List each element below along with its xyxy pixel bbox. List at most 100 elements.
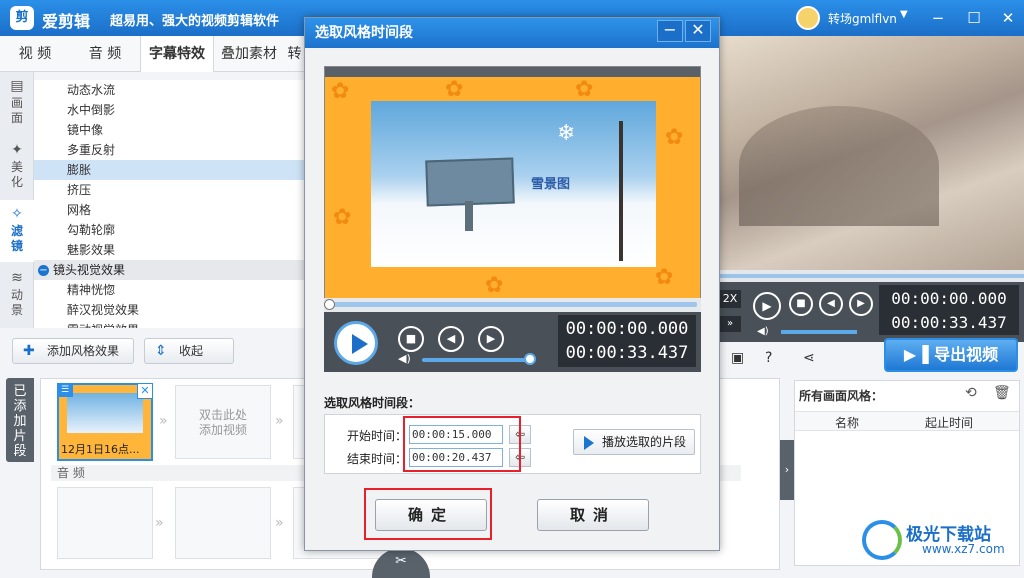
total-time: 00:00:33.437	[891, 313, 1007, 332]
play-selected-button[interactable]: 播放选取的片段	[573, 429, 695, 455]
preview-caption: 雪景图	[531, 177, 571, 192]
highlight-box	[403, 416, 521, 472]
leaf-icon: ✿	[655, 265, 674, 290]
next-frame-icon[interactable]: ▶	[849, 292, 873, 316]
chevron-down-icon[interactable]: ▼	[900, 9, 908, 20]
empty-audio-slot[interactable]	[57, 487, 153, 559]
list-item[interactable]: 精神恍惚	[34, 280, 304, 300]
dialog-player-controls: ■ ◀ ▶ ◀) 00:00:00.000 00:00:33.437	[324, 312, 701, 372]
chevron-right-icon[interactable]: ›	[780, 440, 794, 500]
tab-video[interactable]: 视 频	[0, 36, 70, 72]
fast-forward-icon[interactable]: »	[719, 316, 741, 332]
share-icon[interactable]: ⋖	[803, 350, 815, 366]
play-button[interactable]	[334, 321, 378, 365]
trash-icon[interactable]: 🗑	[993, 385, 1011, 401]
collapse-icon[interactable]: −	[38, 265, 49, 276]
list-item[interactable]: 多重反射	[34, 140, 304, 160]
leaf-icon: ✿	[331, 79, 350, 104]
stop-icon[interactable]: ■	[789, 292, 813, 316]
export-video-button[interactable]: ▶▐ 导出视频	[884, 338, 1018, 372]
volume-slider[interactable]	[781, 330, 857, 334]
volume-handle[interactable]	[524, 353, 536, 365]
dialog-close-button[interactable]: ✕	[685, 20, 711, 42]
add-style-button[interactable]: ✚ 添加风格效果	[12, 338, 134, 364]
add-video-slot[interactable]: 双击此处 添加视频	[175, 385, 271, 459]
main-seek-bar[interactable]	[719, 270, 1024, 282]
tab-transition[interactable]: 转	[284, 36, 305, 72]
main-player-controls: 2X » ▶ ■ ◀ ▶ ◀) 00:00:00.000 00:00:33.43…	[719, 282, 1024, 342]
speed-button[interactable]: 2X	[719, 290, 741, 308]
effect-group-header[interactable]: − 镜头视觉效果	[34, 260, 304, 280]
cancel-button[interactable]: 取消	[537, 499, 649, 531]
sidenav-item-beautify[interactable]: ✦ 美化	[0, 136, 34, 198]
volume-icon[interactable]: ◀)	[398, 352, 411, 365]
seek-handle[interactable]	[324, 299, 335, 310]
list-item[interactable]: 挤压	[34, 180, 304, 200]
empty-audio-slot[interactable]	[175, 487, 271, 559]
effect-list: 动态水流 水中倒影 镜中像 多重反射 膨胀 挤压 网格 勾勒轮廓 魅影效果 − 镜…	[34, 80, 304, 328]
stop-icon[interactable]: ■	[398, 326, 424, 352]
menu-icon[interactable]: ☰	[57, 383, 73, 397]
play-icon[interactable]: ▶	[753, 292, 781, 320]
list-item[interactable]: 勾勒轮廓	[34, 220, 304, 240]
sparkle-icon: ✦	[11, 142, 23, 158]
list-item-selected[interactable]: 膨胀	[34, 160, 304, 180]
list-item[interactable]: 水中倒影	[34, 100, 304, 120]
preview-dune-image	[739, 106, 939, 226]
wave-icon: ≋	[11, 270, 23, 286]
snowflake-icon: ❄	[557, 121, 576, 146]
tree-image	[601, 121, 641, 261]
sidenav-item-filter[interactable]: ✧ 滤镜	[0, 200, 34, 262]
app-name: 爱剪辑	[42, 12, 91, 31]
start-time-label: 开始时间：	[347, 429, 408, 443]
added-clips-tab[interactable]: 已添加片段	[6, 378, 34, 462]
close-button[interactable]: ✕	[996, 6, 1020, 30]
list-item[interactable]: 震动视觉效果	[34, 320, 304, 328]
style-time-dialog: 选取风格时间段 − ✕ ❄ 雪景图 ✿ ✿ ✿ ✿ ✿ ✿ ✿ ■ ◀ ▶ ◀)…	[304, 17, 720, 551]
undo-icon[interactable]: ⟲	[965, 385, 977, 401]
tab-audio[interactable]: 音 频	[70, 36, 140, 72]
range-section-label: 选取风格时间段：	[324, 396, 421, 410]
current-time: 00:00:00.000	[565, 319, 689, 339]
leaf-icon: ✿	[575, 77, 594, 102]
list-item[interactable]: 醉汉视觉效果	[34, 300, 304, 320]
clip-thumbnail[interactable]: ☰ ✕ 12月1日16点...	[57, 383, 153, 461]
sidenav-label: 动景	[10, 288, 23, 317]
volume-icon[interactable]: ◀)	[757, 326, 769, 337]
effect-actions: ✚ 添加风格效果 ⇕ 收起	[0, 328, 305, 374]
volume-slider[interactable]	[422, 358, 530, 362]
time-display: 00:00:00.000 00:00:33.437	[879, 285, 1019, 335]
list-item[interactable]: 动态水流	[34, 80, 304, 100]
list-item[interactable]: 网格	[34, 200, 304, 220]
sidenav-item-picture[interactable]: ▤ 画面	[0, 72, 34, 134]
styles-title: 所有画面风格：	[799, 389, 884, 403]
highlight-box	[364, 488, 492, 540]
snow-scene-image: ❄ 雪景图	[371, 101, 656, 267]
next-frame-icon[interactable]: ▶	[478, 326, 504, 352]
dialog-minimize-button[interactable]: −	[657, 20, 683, 42]
tab-subtitle[interactable]: 字幕特效	[140, 36, 214, 72]
prev-frame-icon[interactable]: ◀	[819, 292, 843, 316]
add-effect-icon: ✚	[23, 343, 35, 359]
collapse-arrows-icon: ⇕	[155, 343, 167, 359]
app-slogan: 超易用、强大的视频剪辑软件	[110, 14, 280, 29]
sidenav-item-motion[interactable]: ≋ 动景	[0, 264, 34, 326]
save-icon[interactable]: ▣	[731, 350, 744, 366]
tab-overlay[interactable]: 叠加素材	[214, 36, 284, 72]
sidenav-label: 美化	[10, 160, 23, 189]
help-icon[interactable]: ?	[765, 350, 772, 366]
list-item[interactable]: 魅影效果	[34, 240, 304, 260]
double-chevron-icon: »	[275, 515, 284, 531]
username[interactable]: 转场gmlflvn	[828, 10, 897, 27]
list-item[interactable]: 镜中像	[34, 120, 304, 140]
avatar[interactable]	[796, 6, 820, 30]
prev-frame-icon[interactable]: ◀	[438, 326, 464, 352]
maximize-button[interactable]: ☐	[962, 6, 986, 30]
minimize-button[interactable]: −	[926, 6, 950, 30]
right-toolbar: ▣ ? ⋖ ▶▐ 导出视频	[719, 338, 1024, 376]
collapse-button[interactable]: ⇕ 收起	[144, 338, 234, 364]
double-chevron-icon: »	[275, 413, 284, 429]
magic-wand-icon: ✧	[11, 206, 23, 222]
dialog-seek-bar[interactable]	[324, 298, 701, 312]
remove-clip-icon[interactable]: ✕	[137, 383, 153, 399]
